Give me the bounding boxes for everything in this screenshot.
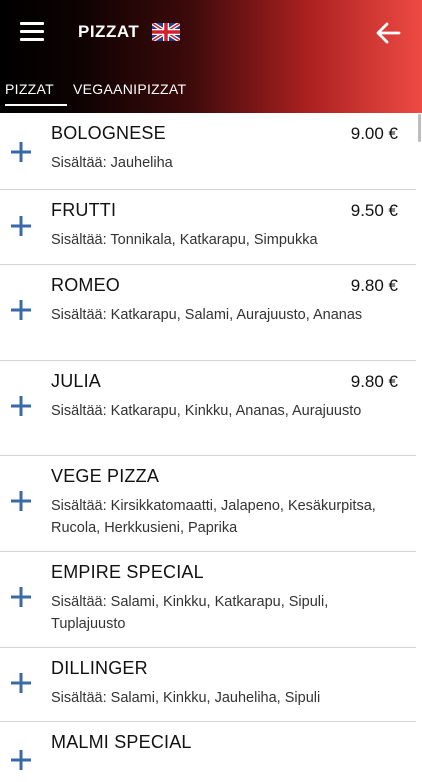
list-item[interactable]: DILLINGER Sisältää: Salami, Kinkku, Jauh… <box>0 648 416 722</box>
list-item[interactable]: ROMEO 9.80 € Sisältää: Katkarapu, Salami… <box>0 265 416 361</box>
page-title: PIZZAT <box>78 22 140 41</box>
item-name: FRUTTI <box>51 200 117 220</box>
item-price: 9.50 € <box>350 201 398 220</box>
tab-pizzat[interactable]: PIZZAT <box>5 78 67 106</box>
plus-icon[interactable] <box>9 585 33 609</box>
list-item[interactable]: JULIA 9.80 € Sisältää: Katkarapu, Kinkku… <box>0 361 416 456</box>
scrollbar[interactable] <box>418 114 421 142</box>
item-name: VEGE PIZZA <box>51 466 160 486</box>
item-name: ROMEO <box>51 275 121 295</box>
item-price: 9.80 € <box>350 372 398 391</box>
item-name: DILLINGER <box>51 658 148 678</box>
plus-icon[interactable] <box>9 489 33 513</box>
item-description: Sisältää: Kirsikkatomaatti, Jalapeno, Ke… <box>51 498 376 536</box>
plus-icon[interactable] <box>9 140 33 164</box>
item-price: 9.80 € <box>350 276 398 295</box>
item-description: Sisältää: Salami, Kinkku, Jauheliha, Sip… <box>51 690 321 706</box>
pizza-list: BOLOGNESE 9.00 € Sisältää: Jauheliha FRU… <box>0 113 416 782</box>
uk-flag-icon[interactable] <box>152 23 180 41</box>
item-description: Sisältää: Tonnikala, Katkarapu, Simpukka <box>51 232 318 248</box>
tab-vegaanipizzat[interactable]: VEGAANIPIZZAT <box>73 78 213 106</box>
category-tabs: PIZZAT VEGAANIPIZZAT <box>0 78 422 106</box>
plus-icon[interactable] <box>9 671 33 695</box>
hamburger-menu-icon[interactable] <box>20 22 46 44</box>
item-description: Sisältää: Katkarapu, Salami, Aurajuusto,… <box>51 307 363 323</box>
item-name: BOLOGNESE <box>51 123 166 143</box>
item-name: JULIA <box>51 371 102 391</box>
item-description: Sisältää: Salami, Kinkku, Katkarapu, Sip… <box>51 594 329 632</box>
plus-icon[interactable] <box>9 394 33 418</box>
list-item[interactable]: VEGE PIZZA Sisältää: Kirsikkatomaatti, J… <box>0 456 416 552</box>
plus-icon[interactable] <box>9 298 33 322</box>
list-item[interactable]: FRUTTI 9.50 € Sisältää: Tonnikala, Katka… <box>0 190 416 265</box>
item-description: Sisältää: Katkarapu, Kinkku, Ananas, Aur… <box>51 403 362 419</box>
arrow-left-icon[interactable] <box>374 20 402 46</box>
list-item[interactable]: MALMI SPECIAL <box>0 722 416 782</box>
plus-icon[interactable] <box>9 214 33 238</box>
app-header: PIZZAT PIZZAT VEGAANIPIZZAT <box>0 0 422 113</box>
item-description: Sisältää: Jauheliha <box>51 155 173 171</box>
plus-icon[interactable] <box>9 748 33 772</box>
list-item[interactable]: EMPIRE SPECIAL Sisältää: Salami, Kinkku,… <box>0 552 416 648</box>
list-item[interactable]: BOLOGNESE 9.00 € Sisältää: Jauheliha <box>0 113 416 190</box>
item-price: 9.00 € <box>350 124 398 143</box>
item-name: EMPIRE SPECIAL <box>51 562 204 582</box>
